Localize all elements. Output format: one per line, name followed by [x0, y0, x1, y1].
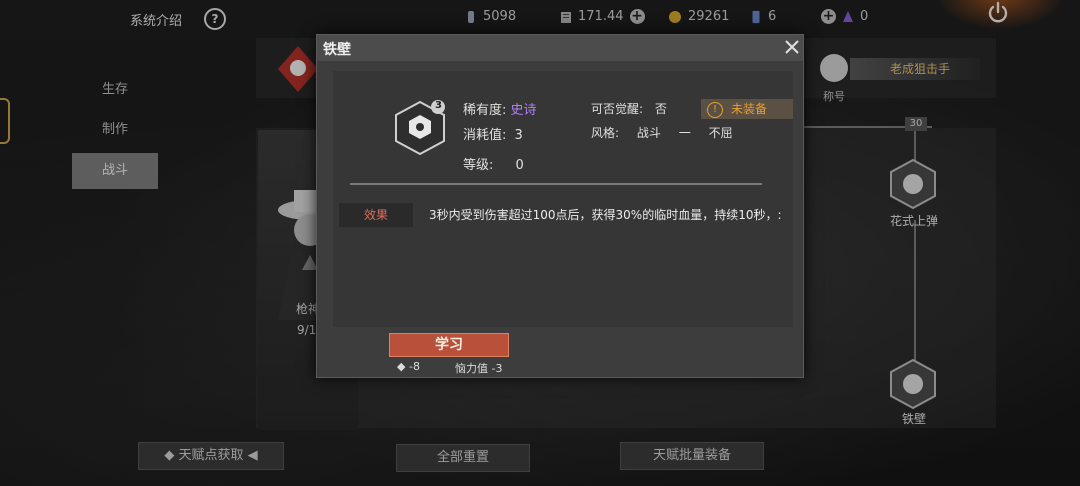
- skill-detail-modal: 铁壁 3 稀有度: 史诗 可否觉醒: 否 消耗值: 3 风格: 战斗 一 不屈 …: [316, 34, 804, 378]
- talent-point-cost-value: -8: [408, 360, 420, 373]
- level-label: 等级:: [463, 158, 494, 173]
- style-value-a: 战斗: [636, 126, 661, 140]
- cost-value: 3: [514, 128, 523, 143]
- awaken-row: 可否觉醒: 否: [591, 100, 667, 117]
- cost-row: 消耗值: 3: [463, 124, 523, 143]
- awaken-label: 可否觉醒:: [591, 102, 644, 116]
- level-value: 0: [515, 158, 524, 173]
- awaken-value: 否: [654, 102, 667, 116]
- style-dash: 一: [678, 126, 691, 140]
- modal-title: 铁壁: [323, 42, 351, 58]
- effect-description: 3秒内受到伤害超过100点后，获得30%的临时血量，持续10秒，:: [429, 208, 782, 222]
- style-value-b: 不屈: [708, 126, 733, 140]
- learn-button[interactable]: 学习: [389, 333, 509, 357]
- style-label: 风格:: [591, 126, 620, 140]
- style-row: 风格: 战斗 一 不屈: [591, 124, 733, 141]
- rarity-row: 稀有度: 史诗: [463, 99, 537, 118]
- equip-status-label: 未装备: [731, 102, 768, 116]
- rarity-label: 稀有度:: [463, 103, 507, 118]
- skill-rank: 3: [435, 100, 442, 111]
- level-row: 等级: 0: [463, 154, 524, 173]
- cost-label: 消耗值:: [463, 128, 507, 143]
- anger-cost-value: -3: [491, 362, 503, 375]
- warning-icon: !: [707, 101, 723, 118]
- equip-status: ! 未装备: [701, 99, 793, 119]
- rarity-value: 史诗: [510, 103, 537, 118]
- modal-divider: [350, 183, 762, 185]
- anger-cost-label: 恼力值: [455, 362, 488, 375]
- talent-point-icon: ◆: [397, 360, 406, 373]
- effect-label: 效果: [339, 203, 413, 227]
- modal-header: 铁壁: [317, 35, 803, 61]
- talent-point-cost: ◆ -8: [397, 360, 420, 373]
- close-icon[interactable]: [781, 36, 803, 58]
- anger-cost: 恼力值 -3: [455, 360, 502, 376]
